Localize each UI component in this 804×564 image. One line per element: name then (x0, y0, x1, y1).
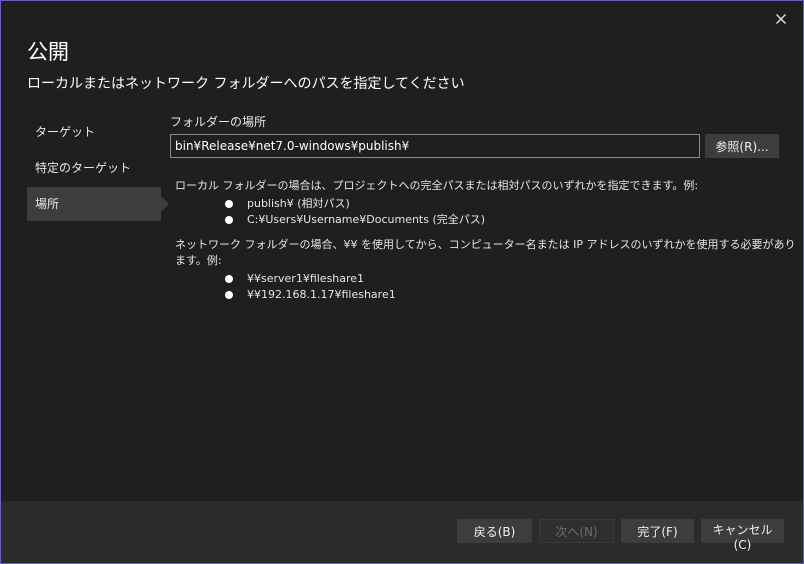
local-examples-list: publish¥ (相対パス) C:¥Users¥Username¥Docume… (175, 196, 698, 228)
example-text: C:¥Users¥Username¥Documents (完全パス) (247, 213, 486, 226)
folder-location-label: フォルダーの場所 (170, 115, 267, 129)
bullet-icon (225, 200, 233, 208)
local-folder-text: ローカル フォルダーの場合は、プロジェクトへの完全パスまたは相対パスのいずれかを… (175, 179, 699, 192)
list-item: ¥¥192.168.1.17¥fileshare1 (175, 287, 803, 303)
nav-item-location[interactable]: 場所 (27, 187, 169, 221)
list-item: publish¥ (相対パス) (175, 196, 698, 212)
list-item: ¥¥server1¥fileshare1 (175, 271, 803, 287)
cancel-button[interactable]: キャンセル(C) (701, 519, 784, 552)
list-item: C:¥Users¥Username¥Documents (完全パス) (175, 212, 698, 228)
dialog-subtitle: ローカルまたはネットワーク フォルダーへのパスを指定してください (27, 76, 465, 92)
dialog-title: 公開 (27, 40, 69, 64)
bullet-icon (225, 275, 233, 283)
example-text: ¥¥192.168.1.17¥fileshare1 (247, 288, 396, 301)
finish-button[interactable]: 完了(F) (621, 519, 694, 543)
nav-item-target[interactable]: ターゲット (27, 115, 161, 149)
back-button[interactable]: 戻る(B) (457, 519, 532, 543)
next-button[interactable]: 次へ(N) (539, 519, 614, 543)
browse-button[interactable]: 参照(R)... (705, 134, 779, 158)
wizard-nav: ターゲット 特定のターゲット 場所 (27, 115, 169, 223)
network-folder-info: ネットワーク フォルダーの場合、¥¥ を使用してから、コンピューター名または I… (175, 236, 803, 303)
nav-item-label: 特定のターゲット (35, 161, 132, 175)
nav-item-label: 場所 (35, 197, 60, 211)
network-folder-text: ネットワーク フォルダーの場合、¥¥ を使用してから、コンピューター名または I… (175, 238, 796, 267)
local-folder-info: ローカル フォルダーの場合は、プロジェクトへの完全パスまたは相対パスのいずれかを… (175, 177, 698, 228)
nav-item-specific-target[interactable]: 特定のターゲット (27, 151, 161, 185)
publish-dialog: 公開 ローカルまたはネットワーク フォルダーへのパスを指定してください ターゲッ… (0, 0, 804, 564)
example-text: publish¥ (相対パス) (247, 197, 350, 210)
example-text: ¥¥server1¥fileshare1 (247, 272, 365, 285)
network-examples-list: ¥¥server1¥fileshare1 ¥¥192.168.1.17¥file… (175, 271, 803, 303)
close-button[interactable] (771, 9, 791, 29)
nav-item-label: ターゲット (35, 125, 96, 139)
close-icon (776, 14, 786, 24)
bullet-icon (225, 216, 233, 224)
dialog-footer: 戻る(B) 次へ(N) 完了(F) キャンセル(C) (1, 501, 803, 563)
folder-location-input[interactable] (170, 134, 700, 158)
bullet-icon (225, 291, 233, 299)
